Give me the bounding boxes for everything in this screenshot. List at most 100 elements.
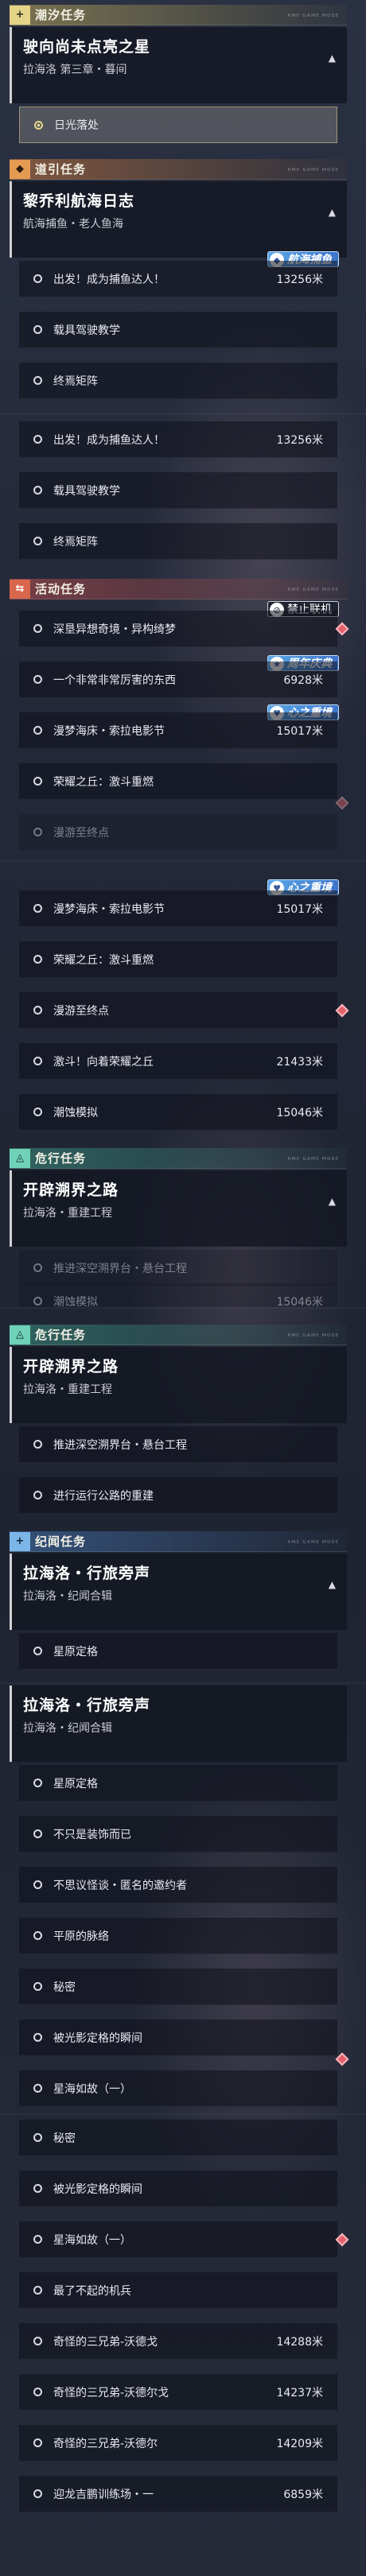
step-distance: 6859米	[283, 2488, 323, 2501]
collapse-toggle-icon[interactable]: ▲	[329, 1196, 336, 1207]
quest-step[interactable]: 载具驾驶教学	[19, 472, 337, 509]
quest-step[interactable]: 推进深空溯界台・悬台工程	[19, 1426, 337, 1463]
location-pin-icon: ◆	[10, 159, 30, 179]
quest-step[interactable]: 深垦异想奇境・异构绮梦	[19, 611, 349, 647]
quest-step[interactable]: 被光影定格的瞬间	[19, 2171, 337, 2207]
map-marker-icon	[335, 796, 349, 810]
quest-step[interactable]: 不只是装饰而已	[19, 1816, 337, 1852]
quest-step[interactable]: 漫游至终点	[19, 992, 349, 1029]
quest-step[interactable]: 不思议怪谈・匿名的邀约者	[19, 1867, 337, 1903]
step-distance: 15017米	[276, 724, 323, 738]
quest-card-record[interactable]: 拉海洛・行旅旁声 拉海洛・纪闻合辑 ▲	[10, 1554, 347, 1630]
category-deco: ᴀᴍᴇ ɢᴀᴍᴇ ᴍᴏᴅᴇ	[287, 1331, 339, 1338]
quest-step[interactable]: 出发！成为捕鱼达人！ 13256米	[19, 261, 337, 297]
quest-card-guide[interactable]: 黎乔利航海日志 航海捕鱼・老人鱼海 ▲	[10, 181, 347, 258]
quest-step[interactable]: 荣耀之丘：激斗重燃	[19, 763, 337, 800]
step-icon	[33, 955, 42, 964]
category-title: 危行任务	[35, 1328, 87, 1342]
quest-step[interactable]: 平原的脉络	[19, 1918, 337, 1954]
step-active-icon	[34, 120, 43, 130]
quest-step[interactable]: 奇怪的三兄弟-沃德尔戈 14237米	[19, 2374, 337, 2411]
quest-step[interactable]: 漫梦海床・索拉电影节 15017米	[19, 890, 337, 927]
category-deco: ᴀᴍᴇ ɢᴀᴍᴇ ᴍᴏᴅᴇ	[287, 585, 339, 592]
quest-step[interactable]: 星海如故（一）	[19, 2052, 349, 2107]
step-icon	[33, 537, 42, 545]
step-label: 漫梦海床・索拉电影节	[53, 724, 165, 738]
quest-step[interactable]: 载具驾驶教学	[19, 312, 337, 348]
quest-step[interactable]: 终焉矩阵	[19, 363, 337, 399]
step-distance: 14237米	[276, 2386, 323, 2399]
step-icon	[33, 1297, 42, 1305]
quest-step[interactable]: 星原定格	[19, 1765, 337, 1802]
collapse-toggle-icon[interactable]: ▲	[329, 207, 336, 218]
step-label: 星原定格	[53, 1777, 98, 1790]
step-distance: 13256米	[276, 273, 323, 286]
quest-step[interactable]: 奇怪的三兄弟-沃德尔 14209米	[19, 2425, 337, 2462]
step-label: 奇怪的三兄弟-沃德戈	[53, 2335, 158, 2349]
hazard-icon: ◬	[10, 1325, 30, 1344]
quest-step[interactable]: 迎龙吉鹏训练场・一 6859米	[19, 2476, 337, 2512]
quest-step[interactable]: 潮蚀模拟 15046米	[19, 1283, 337, 1307]
quest-card-danger[interactable]: 开辟溯界之路 拉海洛・重建工程 ▲	[10, 1170, 347, 1247]
quest-subtitle: 拉海洛・重建工程	[23, 1383, 112, 1396]
quest-step[interactable]: 星原定格	[19, 1633, 337, 1670]
step-label: 载具驾驶教学	[53, 324, 120, 337]
step-icon	[33, 675, 42, 684]
step-icon	[33, 1108, 42, 1116]
map-marker-icon	[335, 622, 349, 635]
category-header-event[interactable]: ⇆ 活动任务 ᴀᴍᴇ ɢᴀᴍᴇ ᴍᴏᴅᴇ	[10, 579, 347, 599]
quest-step[interactable]: 漫梦海床・索拉电影节 15017米	[19, 712, 337, 749]
segment-divider	[0, 413, 366, 415]
step-icon	[33, 1263, 42, 1272]
step-distance: 15017米	[276, 902, 323, 916]
quest-step[interactable]: 激斗！向着荣耀之丘 21433米	[19, 1043, 337, 1080]
quest-step[interactable]: 进行运行公路的重建	[19, 1477, 337, 1514]
step-icon	[33, 325, 42, 334]
quest-step[interactable]: 一个非常非常厉害的东西 6928米	[19, 661, 337, 698]
quest-step[interactable]: 出发！成为捕鱼达人！ 13256米	[19, 421, 337, 458]
segment-5: 拉海洛・行旅旁声 拉海洛・纪闻合辑 星原定格 不只是装饰而已 不思议怪谈・匿名的…	[0, 1684, 366, 2113]
category-title: 道引任务	[35, 162, 87, 177]
step-label: 秘密	[53, 1980, 76, 1994]
quest-step[interactable]: 奇怪的三兄弟-沃德戈 14288米	[19, 2323, 337, 2360]
quest-card-tide[interactable]: 驶向尚未点亮之星 拉海洛 第三章・暮间 ▲	[10, 27, 347, 103]
quest-card-record[interactable]: 拉海洛・行旅旁声 拉海洛・纪闻合辑	[10, 1686, 347, 1762]
quest-step[interactable]: 推进深空溯界台・悬台工程	[19, 1250, 337, 1286]
quest-step[interactable]: 星海如故（一）	[19, 2221, 349, 2258]
category-header-danger[interactable]: ◬ 危行任务 ᴀᴍᴇ ɢᴀᴍᴇ ᴍᴏᴅᴇ	[10, 1148, 347, 1169]
quest-title: 拉海洛・行旅旁声	[23, 1565, 151, 1582]
step-icon	[33, 2286, 42, 2295]
quest-step[interactable]: 最了不起的机兵	[19, 2272, 337, 2309]
category-header-tide[interactable]: + 潮汐任务 ᴀᴍᴇ ɢᴀᴍᴇ ᴍᴏᴅᴇ	[10, 5, 347, 25]
quest-step[interactable]: 秘密	[19, 1969, 337, 2005]
step-icon	[33, 1440, 42, 1449]
step-distance: 14209米	[276, 2437, 323, 2450]
category-title: 纪闻任务	[35, 1534, 87, 1549]
step-icon	[33, 1880, 42, 1889]
step-icon	[33, 274, 42, 283]
step-label: 星海如故（一）	[53, 2082, 131, 2096]
quest-step[interactable]: 荣耀之丘：激斗重燃	[19, 941, 337, 978]
category-header-danger[interactable]: ◬ 危行任务 ᴀᴍᴇ ɢᴀᴍᴇ ᴍᴏᴅᴇ	[10, 1325, 347, 1345]
step-icon	[33, 777, 42, 786]
quest-subtitle: 拉海洛・纪闻合辑	[23, 1722, 112, 1735]
step-label: 被光影定格的瞬间	[53, 2031, 142, 2045]
quest-step[interactable]: 漫游至终点	[19, 796, 349, 851]
category-header-guide[interactable]: ◆ 道引任务 ᴀᴍᴇ ɢᴀᴍᴇ ᴍᴏᴅᴇ	[10, 159, 347, 180]
plus-icon: +	[10, 5, 30, 25]
quest-step[interactable]: 秘密	[19, 2120, 337, 2156]
collapse-toggle-icon[interactable]: ▲	[329, 52, 336, 64]
quest-step-active[interactable]: 日光落处	[19, 107, 337, 143]
quest-step[interactable]: 终焉矩阵	[19, 523, 337, 560]
step-icon	[33, 2133, 42, 2142]
category-deco: ᴀᴍᴇ ɢᴀᴍᴇ ᴍᴏᴅᴇ	[287, 1538, 339, 1545]
step-distance: 15046米	[276, 1106, 323, 1119]
quest-step[interactable]: 潮蚀模拟 15046米	[19, 1094, 337, 1131]
step-icon	[33, 1057, 42, 1065]
step-icon	[33, 726, 42, 735]
category-title: 危行任务	[35, 1151, 87, 1166]
quest-step[interactable]: 被光影定格的瞬间	[19, 2019, 337, 2056]
quest-card-danger[interactable]: 开辟溯界之路 拉海洛・重建工程	[10, 1347, 347, 1423]
category-header-record[interactable]: + 纪闻任务 ᴀᴍᴇ ɢᴀᴍᴇ ᴍᴏᴅᴇ	[10, 1531, 347, 1552]
collapse-toggle-icon[interactable]: ▲	[329, 1579, 336, 1590]
